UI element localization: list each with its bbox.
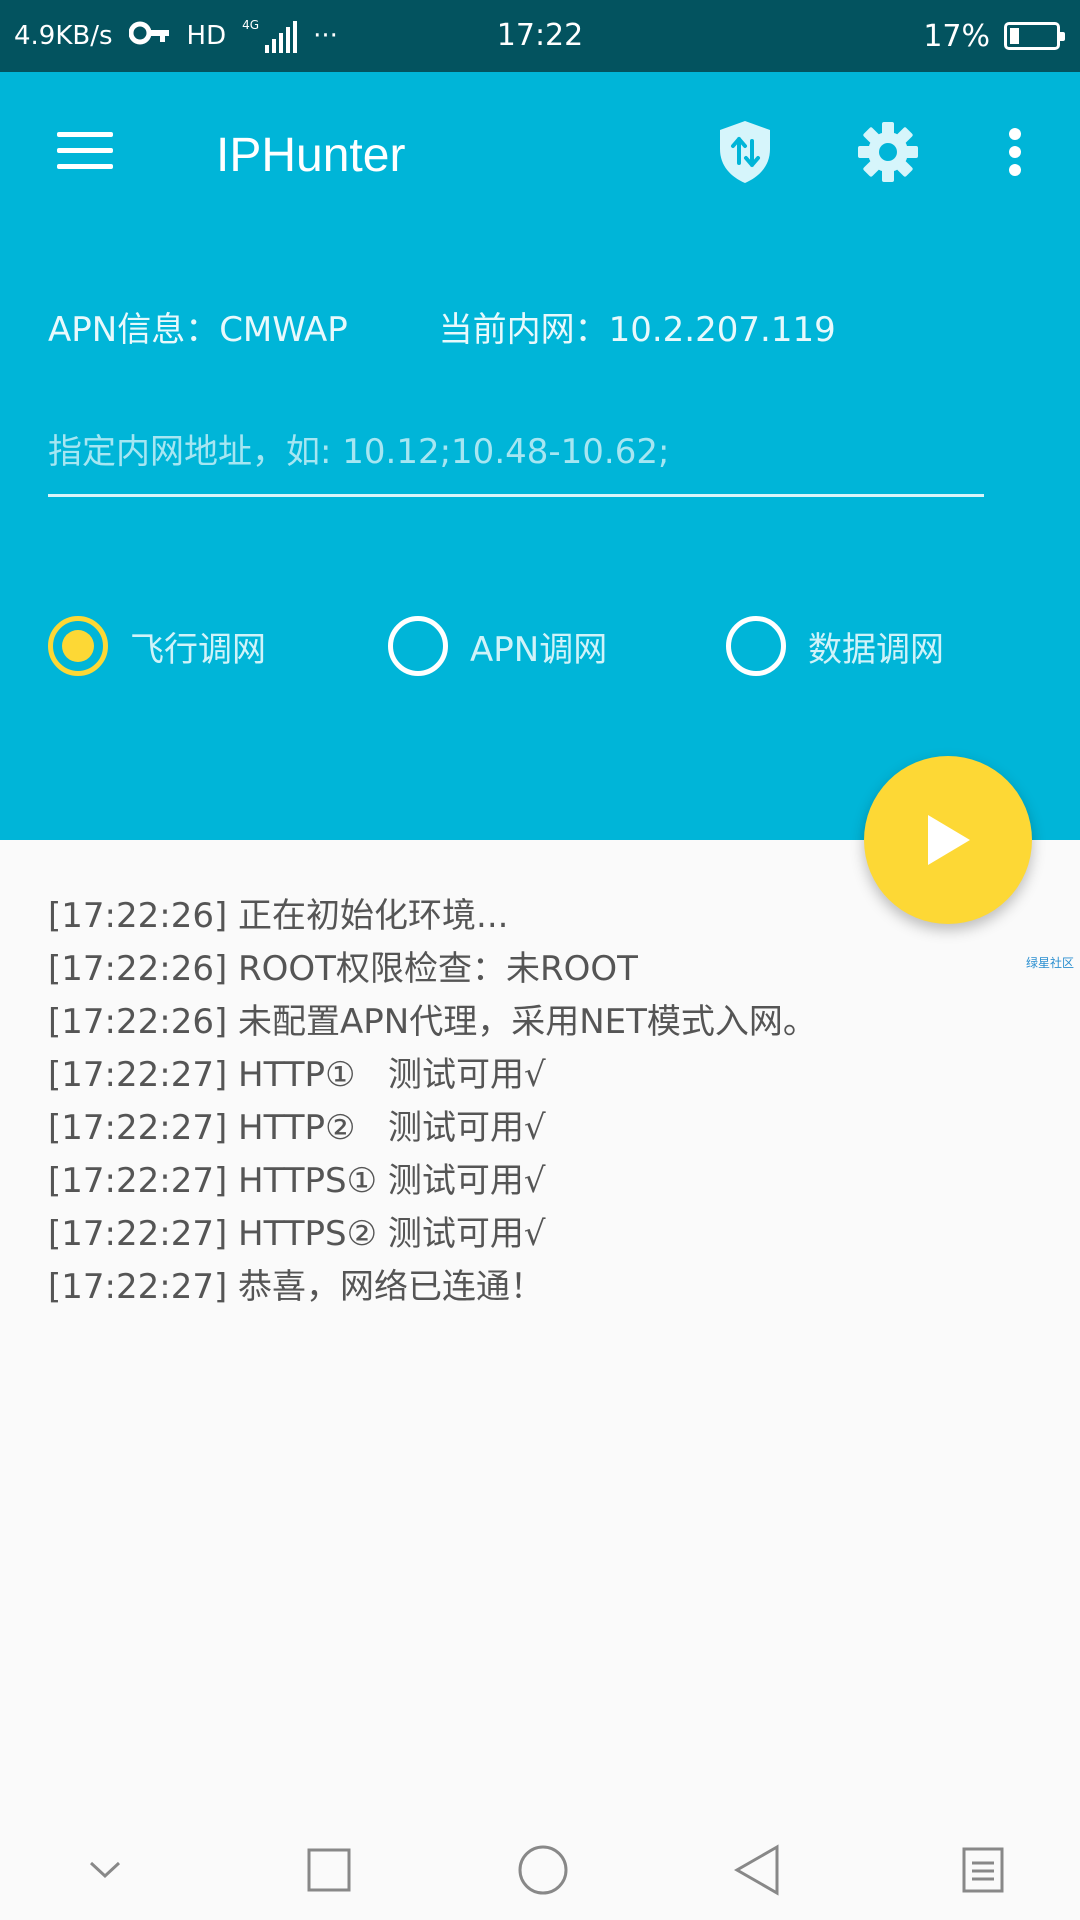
square-icon xyxy=(307,1848,351,1892)
radio-airplane-mode[interactable]: 飞行调网 xyxy=(48,612,266,680)
menu-button[interactable] xyxy=(40,118,130,182)
battery-percent: 17% xyxy=(923,18,990,54)
system-nav-bar xyxy=(0,1810,1080,1920)
settings-gear-icon xyxy=(858,122,918,182)
radio-data-mode[interactable]: 数据调网 xyxy=(726,612,944,680)
network-info: APN信息：CMWAP 当前内网：10.2.207.119 xyxy=(48,302,836,351)
log-line: [17:22:26] 未配置APN代理，采用NET模式入网。 xyxy=(48,1002,817,1042)
toolbar: IPHunter xyxy=(0,72,1080,240)
menu-nav-button[interactable] xyxy=(948,1840,1018,1900)
app-title: IPHunter xyxy=(216,129,406,182)
log-line: [17:22:27] HTTP① 测试可用√ xyxy=(48,1055,546,1095)
log-line: [17:22:27] HTTPS② 测试可用√ xyxy=(48,1214,546,1254)
radio-apn-mode[interactable]: APN调网 xyxy=(388,612,607,680)
log-output: [17:22:26] 正在初始化环境... [17:22:26] ROOT权限检… xyxy=(48,890,1008,1314)
triangle-back-icon xyxy=(734,1844,779,1896)
log-line: [17:22:27] HTTP② 测试可用√ xyxy=(48,1108,546,1148)
chevron-down-icon xyxy=(89,1861,121,1879)
apn-info: APN信息：CMWAP xyxy=(48,310,348,350)
log-line: [17:22:26] ROOT权限检查：未ROOT xyxy=(48,949,638,989)
input-underline xyxy=(48,494,984,497)
shield-icon xyxy=(720,121,770,183)
radio-label: 飞行调网 xyxy=(130,629,266,670)
current-ip: 当前内网：10.2.207.119 xyxy=(438,310,836,350)
clock: 17:22 xyxy=(496,18,584,53)
more-vert-icon xyxy=(1009,128,1021,176)
menu-icon xyxy=(57,121,113,180)
play-icon xyxy=(928,815,970,865)
settings-button[interactable] xyxy=(848,112,928,192)
log-line: [17:22:27] 恭喜，网络已连通！ xyxy=(48,1267,545,1307)
circle-home-icon xyxy=(518,1845,568,1895)
more-options-button[interactable] xyxy=(985,112,1045,192)
mode-radio-group: 飞行调网 APN调网 数据调网 xyxy=(48,612,1048,680)
ip-filter-input[interactable] xyxy=(48,420,984,484)
back-button[interactable] xyxy=(722,1840,792,1900)
ip-filter-field xyxy=(48,420,984,497)
radio-checked-icon xyxy=(48,616,108,676)
log-line: [17:22:27] HTTPS① 测试可用√ xyxy=(48,1161,546,1201)
list-menu-icon xyxy=(962,1847,1004,1893)
app-header: IPHunter APN信息：CMWAP 当前内网：10.2.207.119 指… xyxy=(0,72,1080,840)
radio-unchecked-icon xyxy=(388,616,448,676)
radio-label: APN调网 xyxy=(470,629,608,670)
recent-apps-button[interactable] xyxy=(294,1840,364,1900)
collapse-button[interactable] xyxy=(70,1840,140,1900)
watermark: 绿星社区 xyxy=(1026,956,1075,970)
battery-icon xyxy=(1004,22,1065,50)
shield-button[interactable] xyxy=(705,112,785,192)
home-button[interactable] xyxy=(508,1840,578,1900)
status-bar: 4.9KB/s HD 4G ··· 17:22 17% xyxy=(0,0,1080,72)
status-right: 17% xyxy=(923,0,1065,72)
radio-unchecked-icon xyxy=(726,616,786,676)
radio-label: 数据调网 xyxy=(808,629,944,670)
log-line: [17:22:26] 正在初始化环境... xyxy=(48,896,509,936)
